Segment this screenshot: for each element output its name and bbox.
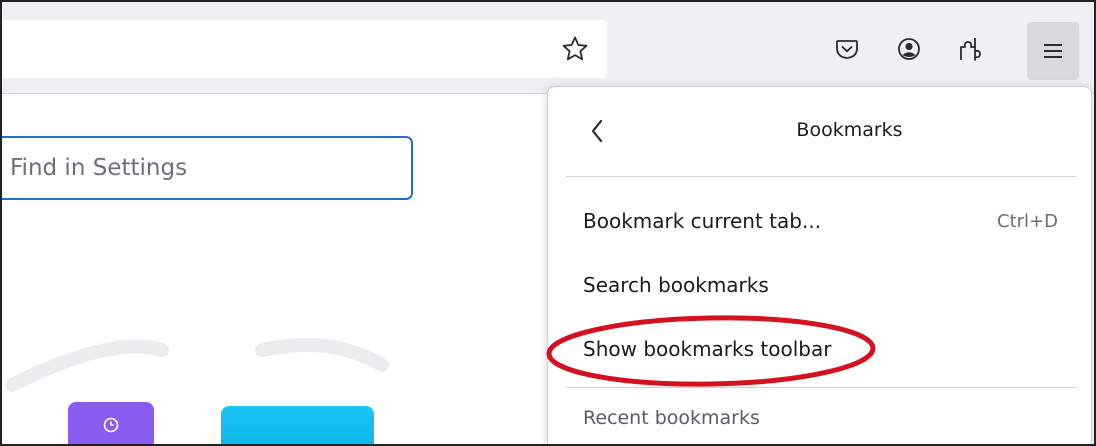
recent-bookmarks-heading: Recent bookmarks [583, 407, 760, 429]
shortcut-tile-history[interactable] [68, 402, 154, 444]
decorative-arc [5, 338, 389, 392]
menu-item-label: Search bookmarks [583, 273, 769, 297]
menu-icon[interactable] [1027, 22, 1079, 80]
divider [566, 176, 1076, 177]
panel-title: Bookmarks [796, 119, 903, 141]
pocket-icon[interactable] [830, 32, 864, 66]
browser-window: Bookmarks Bookmark current tab... Ctrl+D… [0, 0, 1096, 446]
menu-item-label: Show bookmarks toolbar [583, 337, 832, 361]
bookmarks-panel: Bookmarks Bookmark current tab... Ctrl+D… [547, 86, 1092, 444]
menu-item-search-bookmarks[interactable]: Search bookmarks [548, 257, 1091, 313]
divider [566, 387, 1076, 388]
address-bar[interactable] [2, 20, 607, 78]
navigation-toolbar [2, 2, 1094, 94]
extensions-icon[interactable] [952, 32, 986, 66]
menu-item-label: Bookmark current tab... [583, 209, 822, 233]
menu-item-show-bookmarks-toolbar[interactable]: Show bookmarks toolbar [548, 321, 1091, 377]
star-icon[interactable] [560, 34, 590, 64]
shortcut-tile[interactable] [221, 406, 374, 444]
menu-item-bookmark-current-tab[interactable]: Bookmark current tab... Ctrl+D [548, 193, 1091, 249]
account-icon[interactable] [892, 32, 926, 66]
menu-item-shortcut: Ctrl+D [997, 210, 1058, 232]
panel-header: Bookmarks [548, 87, 1091, 175]
clock-icon [103, 417, 119, 433]
